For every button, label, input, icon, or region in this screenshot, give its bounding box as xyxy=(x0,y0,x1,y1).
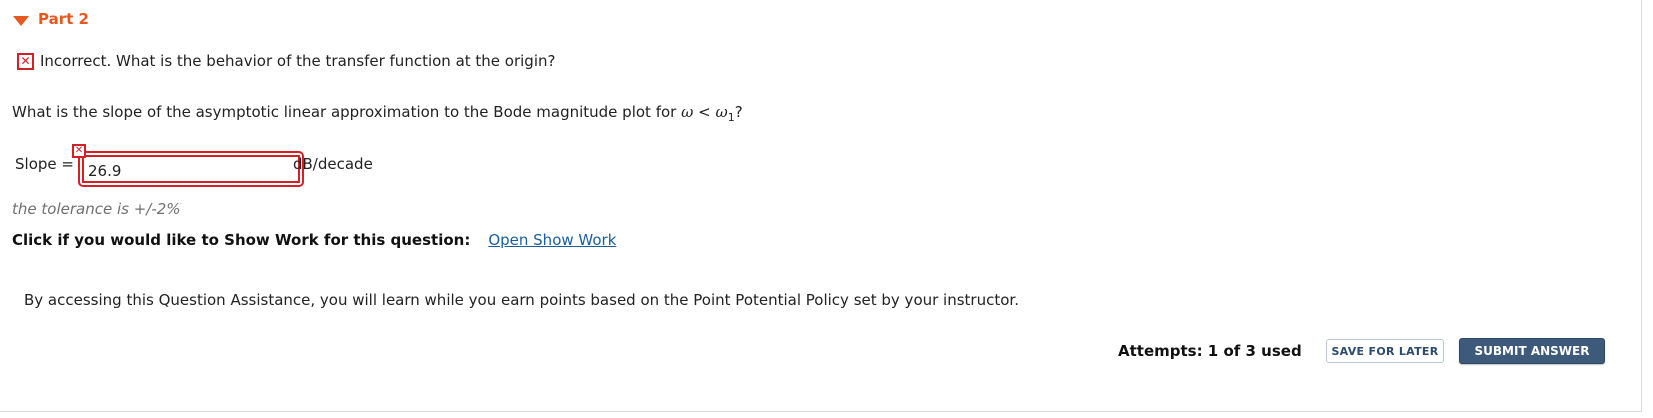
omega1-symbol: ω xyxy=(715,103,728,121)
assistance-text: By accessing this Question Assistance, y… xyxy=(24,291,1019,309)
slope-label: Slope = xyxy=(15,155,74,173)
incorrect-x-icon: ✕ xyxy=(72,144,86,158)
feedback-message: ✕ Incorrect. What is the behavior of the… xyxy=(17,52,555,70)
part-toggle[interactable]: Part 2 xyxy=(13,10,89,28)
omega-symbol: ω xyxy=(681,103,694,121)
feedback-text: Incorrect. What is the behavior of the t… xyxy=(40,52,556,70)
part-title: Part 2 xyxy=(38,10,89,28)
question-text-before: What is the slope of the asymptotic line… xyxy=(12,103,677,121)
show-work-row: Click if you would like to Show Work for… xyxy=(12,231,616,249)
question-text: What is the slope of the asymptotic line… xyxy=(12,103,743,124)
attempts-counter: Attempts: 1 of 3 used xyxy=(1118,342,1302,360)
open-show-work-link[interactable]: Open Show Work xyxy=(488,231,616,249)
caret-down-icon[interactable] xyxy=(13,15,29,26)
question-panel: Part 2 ✕ Incorrect. What is the behavior… xyxy=(0,0,1642,412)
question-text-after: ? xyxy=(734,103,743,121)
answer-input-wrapper xyxy=(78,151,304,187)
omega1-subscript: 1 xyxy=(727,111,735,124)
units-label: dB/decade xyxy=(293,155,373,173)
incorrect-x-icon: ✕ xyxy=(17,52,34,70)
tolerance-note: the tolerance is +/-2% xyxy=(12,200,181,218)
submit-answer-button[interactable]: SUBMIT ANSWER xyxy=(1459,338,1605,364)
answer-footer: Attempts: 1 of 3 used SAVE FOR LATER SUB… xyxy=(0,336,1642,366)
slope-input[interactable] xyxy=(82,155,300,183)
save-for-later-button[interactable]: SAVE FOR LATER xyxy=(1326,339,1444,363)
show-work-prompt: Click if you would like to Show Work for… xyxy=(12,231,471,249)
less-than-symbol: < xyxy=(698,103,711,121)
